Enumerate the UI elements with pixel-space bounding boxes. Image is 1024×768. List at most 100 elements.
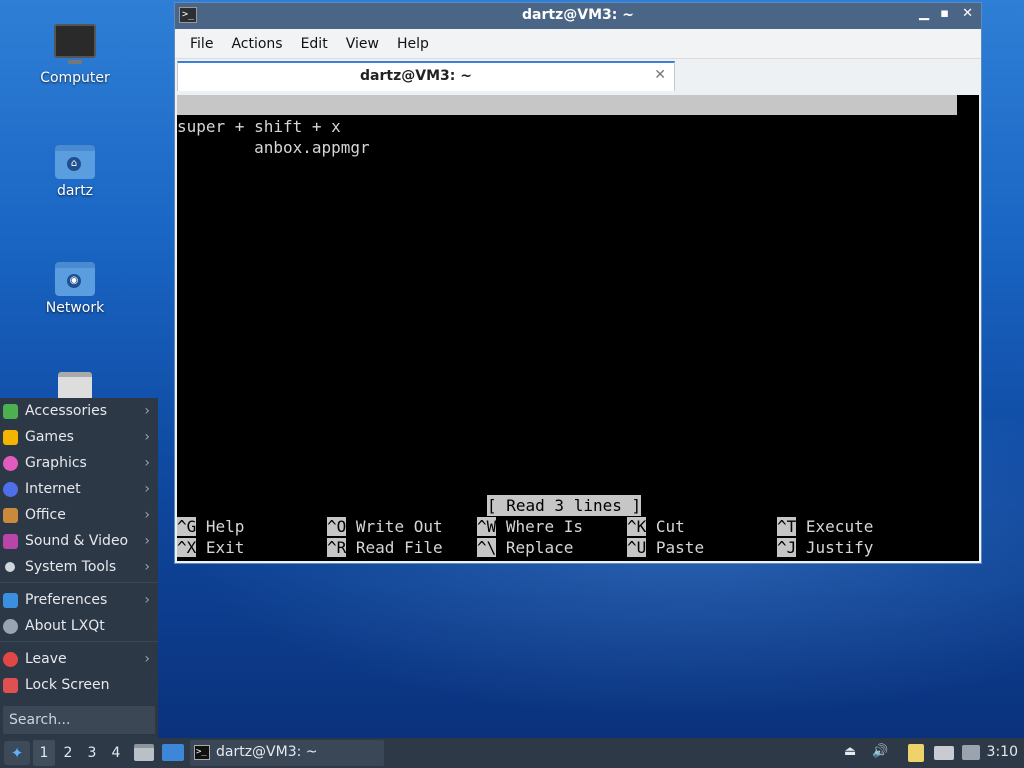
office-icon <box>3 508 18 523</box>
taskbar: ✦ 1 2 3 4 >_ dartz@VM3: ~ ⏏ 🔊 3:10 <box>0 738 1024 768</box>
menu-view[interactable]: View <box>337 36 388 52</box>
chevron-right-icon: › <box>144 592 150 608</box>
shortcut-cut: ^K Cut <box>627 517 685 536</box>
tab-bar: dartz@VM3: ~ ✕ <box>175 59 981 93</box>
workspace-1[interactable]: 1 <box>33 740 55 766</box>
shortcut-write-out: ^O Write Out <box>327 517 443 536</box>
menu-item-games[interactable]: Games › <box>0 424 158 450</box>
menu-edit[interactable]: Edit <box>292 36 337 52</box>
terminal-area[interactable]: GNU nano 6.2 /usr/share/exit-hotkey supe… <box>177 95 979 561</box>
search-input[interactable]: Search... <box>3 706 155 734</box>
workspace-2[interactable]: 2 <box>57 740 79 766</box>
desktop-icon-network[interactable]: ◉ Network <box>25 262 125 316</box>
preferences-icon <box>3 593 18 608</box>
menu-item-label: Games <box>25 429 74 445</box>
terminal-scrollbar[interactable] <box>959 95 979 561</box>
tab-label: dartz@VM3: ~ <box>360 68 472 84</box>
menu-item-label: Sound & Video <box>25 533 129 549</box>
menu-file[interactable]: File <box>181 36 222 52</box>
menu-separator <box>0 582 158 583</box>
menu-item-label: Lock Screen <box>25 677 110 693</box>
menu-item-system-tools[interactable]: System Tools › <box>0 554 158 580</box>
menu-item-label: Office <box>25 507 66 523</box>
desktop-icon-home[interactable]: ⌂ dartz <box>25 145 125 199</box>
menu-item-graphics[interactable]: Graphics › <box>0 450 158 476</box>
start-menu: Accessories › Games › Graphics › Interne… <box>0 398 158 738</box>
menu-separator <box>0 641 158 642</box>
keyboard-icon[interactable] <box>934 746 954 760</box>
menu-item-sound-video[interactable]: Sound & Video › <box>0 528 158 554</box>
menu-item-office[interactable]: Office › <box>0 502 158 528</box>
menu-item-about[interactable]: About LXQt <box>0 613 158 639</box>
chevron-right-icon: › <box>144 429 150 445</box>
terminal-icon: >_ <box>194 745 210 760</box>
menu-item-leave[interactable]: Leave › <box>0 646 158 672</box>
computer-icon <box>54 24 96 64</box>
eject-icon[interactable]: ⏏ <box>844 744 856 759</box>
menu-item-lock-screen[interactable]: Lock Screen <box>0 672 158 698</box>
games-icon <box>3 430 18 445</box>
volume-icon[interactable]: 🔊 <box>872 744 888 759</box>
home-folder-icon: ⌂ <box>55 145 95 179</box>
taskbar-app-label: dartz@VM3: ~ <box>216 744 318 760</box>
chevron-right-icon: › <box>144 403 150 419</box>
accessories-icon <box>3 404 18 419</box>
desktop-icon-computer[interactable]: Computer <box>25 24 125 86</box>
menu-item-label: Accessories <box>25 403 108 419</box>
start-menu-button[interactable]: ✦ <box>4 741 30 765</box>
shortcut-replace: ^\ Replace <box>477 538 574 557</box>
terminal-window[interactable]: >_ dartz@VM3: ~ ▁ ▪ ✕ File Actions Edit … <box>174 2 982 564</box>
power-icon <box>3 652 18 667</box>
workspace-4[interactable]: 4 <box>105 740 127 766</box>
desktop-icon-label: Computer <box>40 70 110 86</box>
tab-terminal[interactable]: dartz@VM3: ~ ✕ <box>177 61 675 91</box>
desktop-icon-label: Network <box>45 300 105 316</box>
show-desktop-icon[interactable] <box>162 744 184 761</box>
menu-item-label: Preferences <box>25 592 108 608</box>
workspace-3[interactable]: 3 <box>81 740 103 766</box>
menu-help[interactable]: Help <box>388 36 438 52</box>
shortcut-help: ^G Help <box>177 517 245 536</box>
info-icon <box>3 619 18 634</box>
clock[interactable]: 3:10 <box>987 744 1018 760</box>
menu-item-label: Graphics <box>25 455 87 471</box>
network-folder-icon: ◉ <box>55 262 95 296</box>
desktop-icon-label: dartz <box>56 183 94 199</box>
window-titlebar[interactable]: >_ dartz@VM3: ~ ▁ ▪ ✕ <box>175 3 981 29</box>
lock-icon <box>3 678 18 693</box>
chevron-right-icon: › <box>144 507 150 523</box>
menu-item-preferences[interactable]: Preferences › <box>0 587 158 613</box>
minimize-button[interactable]: ▁ <box>919 6 929 21</box>
shortcut-read-file: ^R Read File <box>327 538 443 557</box>
nano-status: [ Read 3 lines ] <box>487 495 642 516</box>
close-button[interactable]: ✕ <box>962 6 973 21</box>
file-line: super + shift + x <box>177 117 341 136</box>
internet-icon <box>3 482 18 497</box>
menu-item-label: Leave <box>25 651 67 667</box>
menu-actions[interactable]: Actions <box>222 36 291 52</box>
shortcut-execute: ^T Execute <box>777 517 874 536</box>
menu-item-internet[interactable]: Internet › <box>0 476 158 502</box>
graphics-icon <box>3 456 18 471</box>
network-icon[interactable] <box>962 745 980 760</box>
file-manager-icon[interactable] <box>134 744 154 761</box>
menu-item-accessories[interactable]: Accessories › <box>0 398 158 424</box>
taskbar-app-terminal[interactable]: >_ dartz@VM3: ~ <box>190 740 384 766</box>
chevron-right-icon: › <box>144 533 150 549</box>
chevron-right-icon: › <box>144 651 150 667</box>
menu-item-label: About LXQt <box>25 618 105 634</box>
file-line: anbox.appmgr <box>177 138 370 157</box>
shortcut-justify: ^J Justify <box>777 538 874 557</box>
shortcut-paste: ^U Paste <box>627 538 705 557</box>
maximize-button[interactable]: ▪ <box>940 6 949 21</box>
menu-item-label: Internet <box>25 481 81 497</box>
shortcut-exit: ^X Exit <box>177 538 245 557</box>
clipboard-icon[interactable] <box>908 744 924 762</box>
sound-video-icon <box>3 534 18 549</box>
nano-header: GNU nano 6.2 /usr/share/exit-hotkey <box>177 95 957 154</box>
tab-close-icon[interactable]: ✕ <box>654 67 666 83</box>
system-tools-icon <box>5 562 15 572</box>
nano-filename: /usr/share/exit-hotkey <box>479 135 691 154</box>
chevron-right-icon: › <box>144 559 150 575</box>
shortcut-where-is: ^W Where Is <box>477 517 583 536</box>
